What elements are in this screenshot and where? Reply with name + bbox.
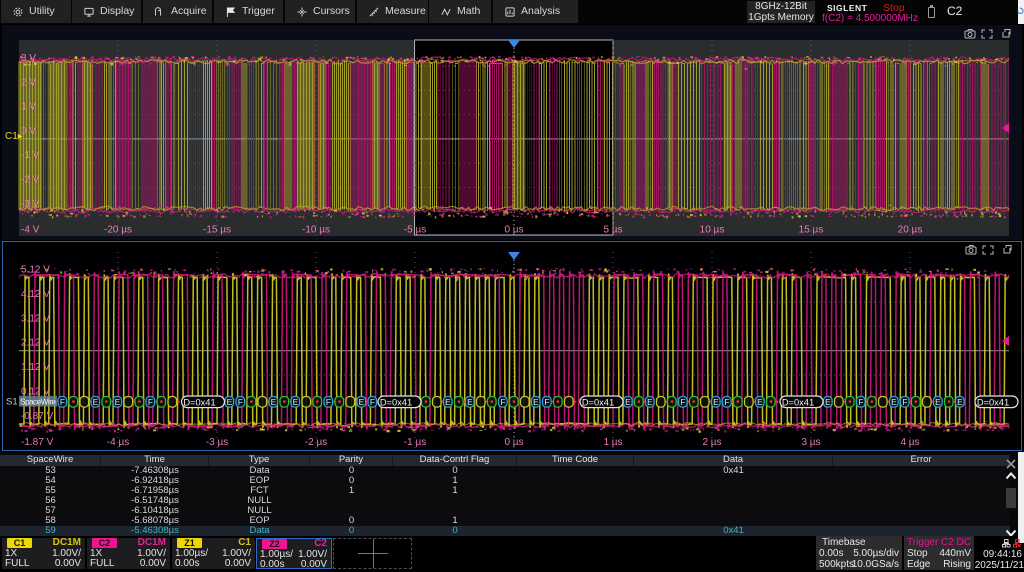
svg-text:2.12 V: 2.12 V [21, 338, 50, 349]
svg-text:5.12 V: 5.12 V [21, 265, 50, 276]
svg-text:E: E [891, 397, 897, 407]
svg-text:E: E [271, 397, 277, 407]
svg-text:F: F [238, 397, 243, 407]
svg-text:-1 µs: -1 µs [404, 437, 426, 448]
svg-text:E: E [359, 397, 365, 407]
svg-text:E: E [935, 397, 941, 407]
svg-text:-10 µs: -10 µs [302, 225, 330, 236]
svg-text:15 µs: 15 µs [799, 225, 824, 236]
svg-text:-3 V: -3 V [21, 199, 40, 210]
svg-text:E: E [957, 397, 963, 407]
svg-text:-2 µs: -2 µs [305, 437, 327, 448]
svg-text:-20 µs: -20 µs [104, 225, 132, 236]
svg-text:0 µs: 0 µs [504, 225, 523, 236]
svg-text:E: E [293, 397, 299, 407]
svg-text:1.12 V: 1.12 V [21, 362, 50, 373]
svg-text:E: E [227, 397, 233, 407]
svg-text:F: F [680, 397, 685, 407]
svg-text:1 µs: 1 µs [603, 437, 622, 448]
svg-text:D=0x41: D=0x41 [183, 397, 215, 407]
svg-text:D=0x41: D=0x41 [782, 397, 814, 407]
svg-text:1 V: 1 V [21, 102, 36, 113]
svg-text:-1 V: -1 V [21, 150, 40, 161]
svg-text:S1: S1 [6, 397, 18, 408]
svg-text:F: F [902, 397, 907, 407]
svg-text:2 µs: 2 µs [702, 437, 721, 448]
svg-text:0.12 V: 0.12 V [21, 387, 50, 398]
svg-text:20 µs: 20 µs [898, 225, 923, 236]
svg-text:-15 µs: -15 µs [203, 225, 231, 236]
svg-text:F: F [544, 397, 549, 407]
svg-text:F: F [60, 397, 65, 407]
svg-text:E: E [825, 397, 831, 407]
svg-text:E: E [713, 397, 719, 407]
svg-text:10 µs: 10 µs [700, 225, 725, 236]
svg-text:3 V: 3 V [21, 53, 36, 64]
svg-text:4 µs: 4 µs [900, 437, 919, 448]
svg-text:D=0x41: D=0x41 [380, 397, 412, 407]
svg-text:F: F [148, 397, 153, 407]
svg-text:-5 µs: -5 µs [404, 225, 426, 236]
svg-text:E: E [625, 397, 631, 407]
svg-text:E: E [445, 397, 451, 407]
svg-text:-0.87 V: -0.87 V [21, 411, 54, 422]
svg-text:D=0x41: D=0x41 [977, 397, 1009, 407]
svg-text:-3 µs: -3 µs [206, 437, 228, 448]
svg-text:5 µs: 5 µs [603, 225, 622, 236]
svg-text:0 µs: 0 µs [504, 437, 523, 448]
svg-text:F: F [370, 397, 375, 407]
svg-text:2 V: 2 V [21, 77, 36, 88]
svg-text:-2 V: -2 V [21, 175, 40, 186]
svg-text:E: E [93, 397, 99, 407]
svg-text:4.12 V: 4.12 V [21, 289, 50, 300]
svg-text:E: E [115, 397, 121, 407]
svg-text:-4 V: -4 V [21, 225, 40, 236]
svg-text:F: F [500, 397, 505, 407]
svg-text:3 µs: 3 µs [801, 437, 820, 448]
svg-text:F: F [724, 397, 729, 407]
svg-text:3.12 V: 3.12 V [21, 313, 50, 324]
svg-text:0 V: 0 V [21, 126, 36, 137]
svg-text:E: E [647, 397, 653, 407]
svg-text:SpaceWire: SpaceWire [20, 396, 56, 406]
svg-text:E: E [533, 397, 539, 407]
svg-text:D=0x41: D=0x41 [582, 397, 614, 407]
svg-text:E: E [757, 397, 763, 407]
svg-text:F: F [326, 397, 331, 407]
svg-text:E: E [467, 397, 473, 407]
svg-text:F: F [858, 397, 863, 407]
svg-text:-4 µs: -4 µs [107, 437, 129, 448]
svg-text:-1.87 V: -1.87 V [21, 437, 54, 448]
